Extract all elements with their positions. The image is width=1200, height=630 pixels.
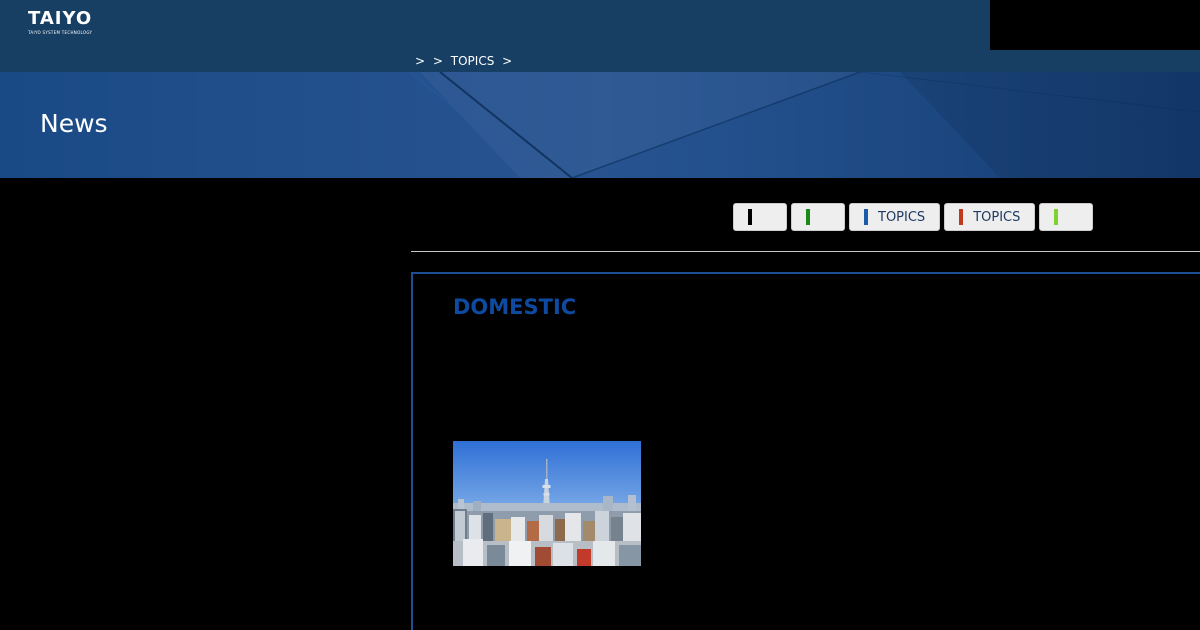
breadcrumb-separator: > (415, 54, 426, 68)
hero-banner: News (0, 72, 1200, 178)
category-color-marker (806, 209, 810, 225)
filter-tab-topics-red[interactable]: TOPICS (944, 203, 1036, 231)
article-category: DOMESTIC (453, 295, 577, 319)
category-color-marker (959, 209, 964, 225)
filter-tab-topics-blue[interactable]: TOPICS (849, 203, 941, 231)
tokyo-skyline-photo-icon (453, 441, 641, 566)
page: TAIYO TAIYO SYSTEM TECHNOLOGY > > TOPICS… (0, 0, 1200, 630)
header-panel (990, 0, 1200, 50)
logo-tagline: TAIYO SYSTEM TECHNOLOGY (28, 30, 93, 35)
filter-tab-label: TOPICS (878, 209, 926, 225)
news-article-card[interactable]: DOMESTIC (411, 272, 1200, 630)
logo-wordmark: TAIYO (28, 8, 93, 29)
category-filter-bar: TOPICS TOPICS (733, 203, 1094, 231)
breadcrumb-separator: > (502, 54, 513, 68)
taiyo-logo[interactable]: TAIYO TAIYO SYSTEM TECHNOLOGY (28, 9, 108, 39)
category-color-marker (748, 209, 752, 225)
content-divider (411, 251, 1200, 252)
filter-tab-1[interactable] (733, 203, 787, 231)
filter-tab-label: TOPICS (973, 209, 1021, 225)
breadcrumb: > > TOPICS > (415, 53, 516, 69)
site-header: TAIYO TAIYO SYSTEM TECHNOLOGY > > TOPICS… (0, 0, 1200, 72)
breadcrumb-item-topics[interactable]: TOPICS (451, 54, 495, 68)
hero-background-lines (0, 72, 1200, 178)
breadcrumb-separator: > (432, 54, 443, 68)
filter-tab-5[interactable] (1039, 203, 1094, 231)
filter-tab-2[interactable] (791, 203, 845, 231)
category-color-marker (1054, 209, 1059, 225)
article-thumbnail[interactable] (453, 441, 641, 566)
category-color-marker (864, 209, 868, 225)
page-title: News (40, 109, 108, 138)
